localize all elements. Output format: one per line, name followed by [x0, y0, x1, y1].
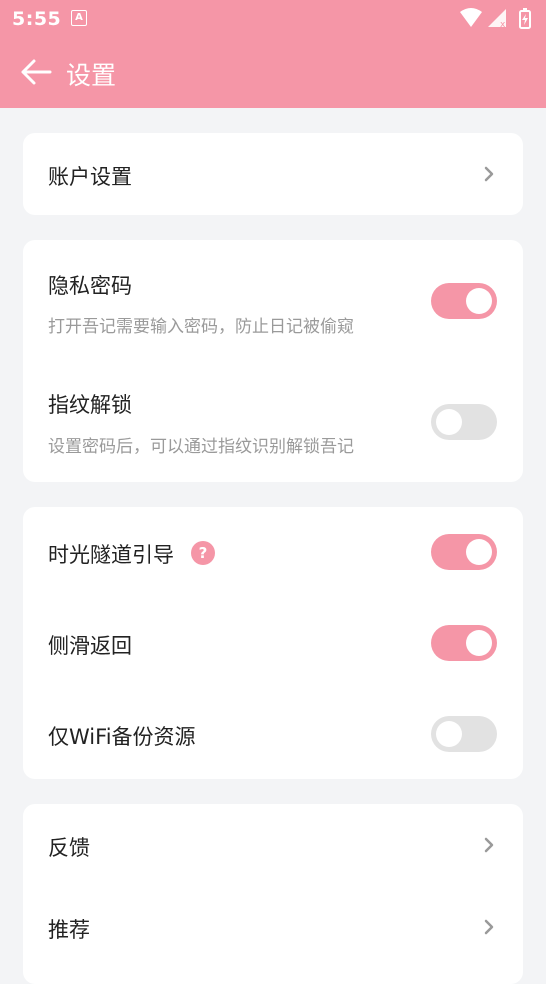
chevron-right-icon	[484, 837, 494, 853]
time-tunnel-guide-item: 时光隧道引导 ?	[23, 507, 523, 598]
privacy-password-desc: 打开吾记需要输入密码，防止日记被偷窥	[48, 317, 354, 337]
swipe-back-item: 侧滑返回	[23, 598, 523, 689]
page-title: 设置	[66, 61, 117, 90]
swipe-back-label: 侧滑返回	[48, 634, 132, 658]
time-tunnel-guide-toggle[interactable]	[431, 534, 497, 570]
fingerprint-unlock-desc: 设置密码后，可以通过指纹识别解锁吾记	[48, 437, 354, 457]
svg-text:x: x	[500, 20, 506, 29]
privacy-password-toggle[interactable]	[431, 283, 497, 319]
feedback-item[interactable]: 反馈	[23, 804, 523, 886]
status-bar: 5:55 A x	[0, 0, 546, 36]
notification-a-icon: A	[71, 10, 87, 26]
account-settings-label: 账户设置	[48, 165, 132, 189]
feedback-label: 反馈	[48, 836, 90, 860]
fingerprint-unlock-label: 指纹解锁	[48, 393, 132, 417]
status-time: 5:55	[12, 8, 62, 30]
general-card: 时光隧道引导 ? 侧滑返回 仅WiFi备份资源	[23, 507, 523, 779]
fingerprint-unlock-toggle[interactable]	[431, 404, 497, 440]
app-bar: 设置	[0, 36, 546, 108]
back-arrow-icon[interactable]	[20, 58, 52, 86]
wifi-backup-label: 仅WiFi备份资源	[48, 725, 196, 749]
chevron-right-icon	[484, 919, 494, 935]
time-tunnel-guide-label: 时光隧道引导	[48, 543, 174, 567]
privacy-card: 隐私密码 打开吾记需要输入密码，防止日记被偷窥 指纹解锁 设置密码后，可以通过指…	[23, 240, 523, 482]
help-icon[interactable]: ?	[191, 541, 215, 565]
wifi-icon	[460, 8, 482, 27]
misc-card: 反馈 推荐	[23, 804, 523, 984]
privacy-password-item: 隐私密码 打开吾记需要输入密码，防止日记被偷窥	[23, 240, 523, 361]
chevron-right-icon	[484, 166, 494, 182]
system-status-icons: x	[460, 8, 531, 29]
privacy-password-label: 隐私密码	[48, 274, 132, 298]
recommend-item[interactable]: 推荐	[23, 886, 523, 968]
fingerprint-unlock-item: 指纹解锁 设置密码后，可以通过指纹识别解锁吾记	[23, 361, 523, 482]
wifi-backup-item: 仅WiFi备份资源	[23, 689, 523, 779]
account-settings-item[interactable]: 账户设置	[23, 133, 523, 215]
account-card: 账户设置	[23, 133, 523, 215]
swipe-back-toggle[interactable]	[431, 625, 497, 661]
recommend-label: 推荐	[48, 918, 90, 942]
wifi-backup-toggle[interactable]	[431, 716, 497, 752]
